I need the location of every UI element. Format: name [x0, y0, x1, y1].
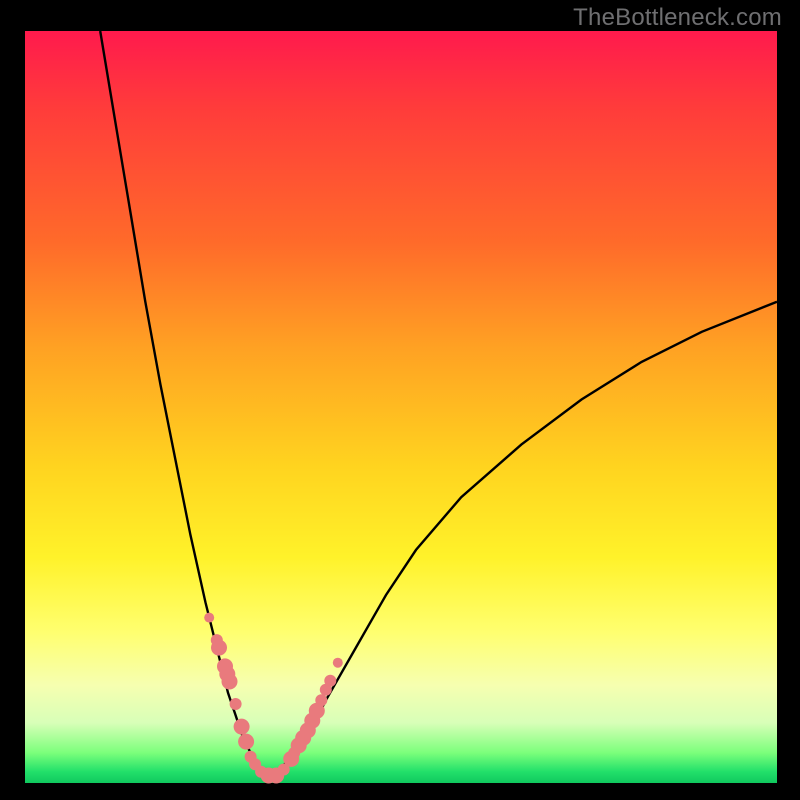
- marker-dot: [324, 675, 336, 687]
- curve-markers: [204, 613, 343, 784]
- watermark-text: TheBottleneck.com: [573, 4, 782, 32]
- curve-right-branch: [266, 302, 777, 776]
- marker-dot: [230, 698, 242, 710]
- marker-dot: [222, 674, 238, 690]
- marker-dot: [333, 658, 343, 668]
- marker-dot: [238, 734, 254, 750]
- chart-svg: [25, 31, 777, 783]
- marker-dot: [211, 640, 227, 656]
- curve-left-branch: [100, 31, 265, 776]
- marker-dot: [204, 613, 214, 623]
- marker-dot: [234, 719, 250, 735]
- chart-frame: TheBottleneck.com: [0, 0, 800, 800]
- marker-dot: [315, 694, 327, 706]
